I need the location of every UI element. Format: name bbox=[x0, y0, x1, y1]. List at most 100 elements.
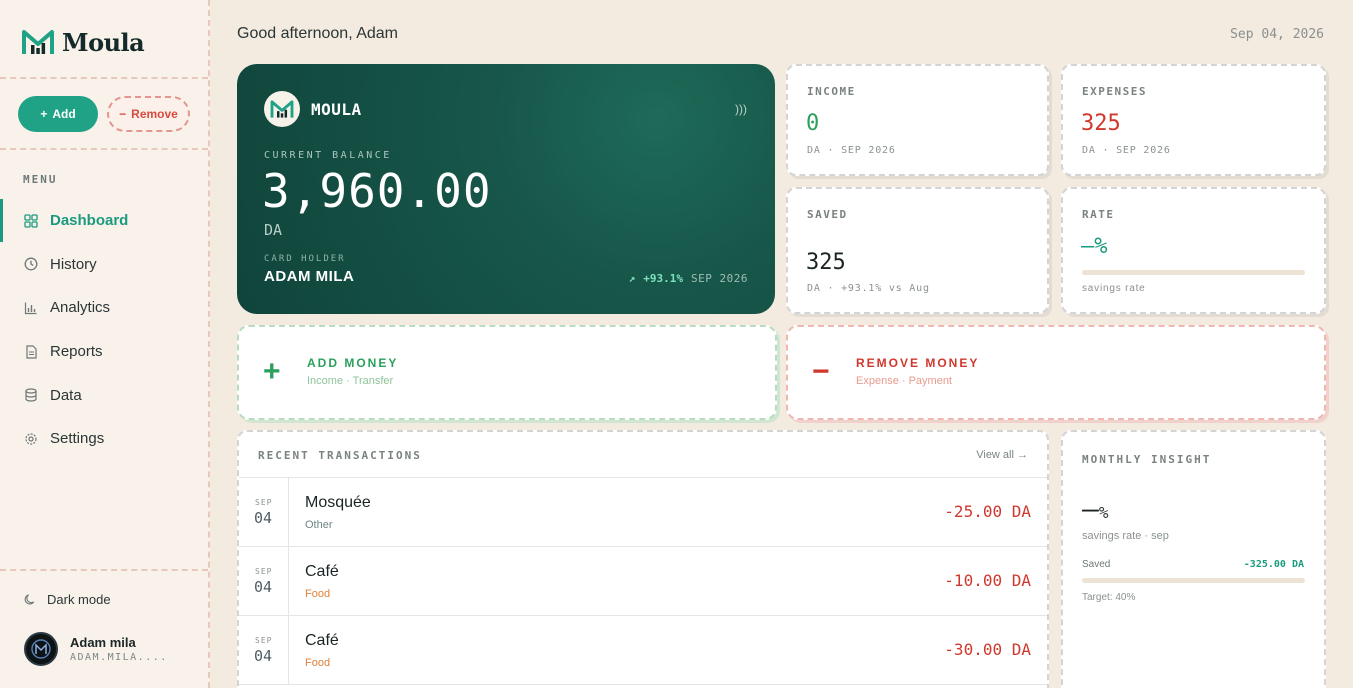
greeting: Good afternoon, Adam bbox=[237, 25, 398, 42]
transaction-month: SEP bbox=[255, 498, 273, 507]
saved-label: SAVED bbox=[807, 208, 848, 221]
expenses-sub: DA · SEP 2026 bbox=[1082, 145, 1171, 156]
sidebar-item-settings[interactable]: Settings bbox=[0, 417, 208, 461]
transaction-name: Mosquée bbox=[305, 494, 371, 511]
table-row[interactable]: SEP 04 Mosquée Other -25.00 DA bbox=[239, 478, 1047, 547]
income-label: INCOME bbox=[807, 85, 856, 98]
saved-card[interactable]: SAVED 325 DA · +93.1% vs Aug bbox=[786, 187, 1049, 314]
insight-saved-value: -325.00 DA bbox=[1243, 559, 1304, 570]
transaction-amount: -25.00 DA bbox=[944, 502, 1031, 521]
balance-trend: ↗ +93.1% SEP 2026 bbox=[629, 272, 748, 285]
minus-icon: − bbox=[812, 355, 830, 388]
divider bbox=[0, 569, 208, 571]
bar-chart-icon bbox=[24, 302, 37, 315]
dark-mode-toggle[interactable]: Dark mode bbox=[24, 592, 111, 607]
balance-currency: DA bbox=[264, 221, 283, 239]
saved-value: 325 bbox=[806, 250, 846, 275]
remove-money-card[interactable]: − REMOVE MONEY Expense · Payment bbox=[786, 325, 1326, 420]
expenses-label: EXPENSES bbox=[1082, 85, 1147, 98]
insight-percent: % bbox=[1098, 503, 1109, 522]
transaction-date: SEP 04 bbox=[239, 478, 289, 547]
rate-label: RATE bbox=[1082, 208, 1115, 221]
transaction-month: SEP bbox=[255, 567, 273, 576]
dashboard-icon bbox=[24, 214, 38, 228]
transaction-day: 04 bbox=[254, 578, 273, 596]
transaction-amount: -30.00 DA bbox=[944, 640, 1031, 659]
sidebar-item-label: Analytics bbox=[50, 299, 111, 317]
current-date: Sep 04, 2026 bbox=[1230, 27, 1324, 42]
rate-card[interactable]: RATE —% savings rate bbox=[1061, 187, 1326, 314]
database-icon bbox=[25, 388, 37, 402]
gear-icon bbox=[25, 433, 37, 445]
income-sub: DA · SEP 2026 bbox=[807, 145, 896, 156]
transaction-amount: -10.00 DA bbox=[944, 571, 1031, 590]
transaction-category: Food bbox=[305, 588, 331, 600]
card-logo-icon bbox=[264, 91, 300, 127]
transaction-date: SEP 04 bbox=[239, 616, 289, 685]
transaction-name: Café bbox=[305, 632, 339, 649]
moon-icon bbox=[24, 594, 35, 605]
add-button[interactable]: + Add bbox=[18, 96, 98, 132]
add-money-title: ADD MONEY bbox=[307, 356, 399, 370]
sidebar-item-dashboard[interactable]: Dashboard bbox=[0, 199, 208, 243]
user-name: Adam mila bbox=[70, 635, 136, 650]
user-handle: ADAM.MILA.... bbox=[70, 652, 168, 663]
avatar-image-icon bbox=[31, 639, 51, 659]
expenses-value: 325 bbox=[1081, 111, 1121, 136]
user-profile[interactable]: Adam mila ADAM.MILA.... bbox=[24, 632, 168, 666]
table-row[interactable]: SEP 04 Café Food -10.00 DA bbox=[239, 547, 1047, 616]
rate-value: —% bbox=[1081, 234, 1108, 259]
plus-icon: + bbox=[263, 355, 281, 388]
insight-sub: savings rate · sep bbox=[1082, 530, 1169, 542]
sidebar-item-reports[interactable]: Reports bbox=[0, 330, 208, 374]
clock-icon bbox=[24, 257, 38, 271]
card-holder-label: CARD HOLDER bbox=[264, 254, 346, 264]
add-money-card[interactable]: + ADD MONEY Income · Transfer bbox=[237, 325, 777, 420]
sidebar-item-data[interactable]: Data bbox=[0, 373, 208, 417]
transaction-day: 04 bbox=[254, 509, 273, 527]
sidebar-item-label: Reports bbox=[50, 343, 103, 361]
contactless-icon: ))) bbox=[735, 102, 747, 116]
income-card[interactable]: INCOME 0 DA · SEP 2026 bbox=[786, 64, 1049, 176]
insight-number: — bbox=[1082, 492, 1099, 525]
card-brand: MOULA bbox=[311, 99, 362, 119]
table-row[interactable]: SEP 04 Café Food -30.00 DA bbox=[239, 616, 1047, 685]
app-logo[interactable]: Moula bbox=[22, 27, 145, 57]
insight-saved-label: Saved bbox=[1082, 559, 1111, 570]
expenses-card[interactable]: EXPENSES 325 DA · SEP 2026 bbox=[1061, 64, 1326, 176]
trend-value: +93.1% bbox=[643, 272, 684, 285]
divider bbox=[0, 148, 208, 150]
add-button-label: Add bbox=[52, 107, 76, 121]
balance-amount: 3,960.00 bbox=[262, 164, 492, 218]
document-icon bbox=[26, 344, 37, 359]
insight-title: MONTHLY INSIGHT bbox=[1082, 453, 1212, 466]
sidebar-item-analytics[interactable]: Analytics bbox=[0, 286, 208, 330]
view-all-link[interactable]: View all → bbox=[976, 449, 1028, 461]
transaction-date: SEP 04 bbox=[239, 547, 289, 616]
transactions-header: RECENT TRANSACTIONS View all → bbox=[239, 432, 1047, 478]
main-nav: Dashboard History Analytics Reports Data… bbox=[0, 199, 208, 461]
card-logo: MOULA bbox=[264, 91, 362, 127]
insight-value: —% bbox=[1082, 492, 1109, 525]
trend-up-icon: ↗ bbox=[628, 272, 636, 285]
moula-logo-icon bbox=[22, 30, 54, 54]
saved-sub: DA · +93.1% vs Aug bbox=[807, 283, 930, 294]
transaction-day: 04 bbox=[254, 647, 273, 665]
monthly-insight: MONTHLY INSIGHT —% savings rate · sep Sa… bbox=[1061, 430, 1326, 688]
sidebar-item-label: Dashboard bbox=[50, 212, 129, 230]
sidebar-item-label: History bbox=[50, 255, 97, 273]
sidebar-item-history[interactable]: History bbox=[0, 243, 208, 287]
insight-progress-bar bbox=[1082, 578, 1305, 583]
transaction-month: SEP bbox=[255, 636, 273, 645]
trend-period: SEP 2026 bbox=[691, 272, 748, 285]
transaction-category: Food bbox=[305, 657, 331, 669]
avatar bbox=[24, 632, 58, 666]
minus-icon: − bbox=[119, 107, 127, 121]
sidebar: Moula + Add − Remove MENU Dashboard Hist… bbox=[0, 0, 210, 688]
transaction-name: Café bbox=[305, 563, 339, 580]
dark-mode-label: Dark mode bbox=[47, 592, 111, 607]
balance-label: CURRENT BALANCE bbox=[264, 150, 392, 161]
remove-button[interactable]: − Remove bbox=[107, 96, 190, 132]
sidebar-item-label: Settings bbox=[50, 430, 105, 448]
remove-money-title: REMOVE MONEY bbox=[856, 356, 980, 370]
